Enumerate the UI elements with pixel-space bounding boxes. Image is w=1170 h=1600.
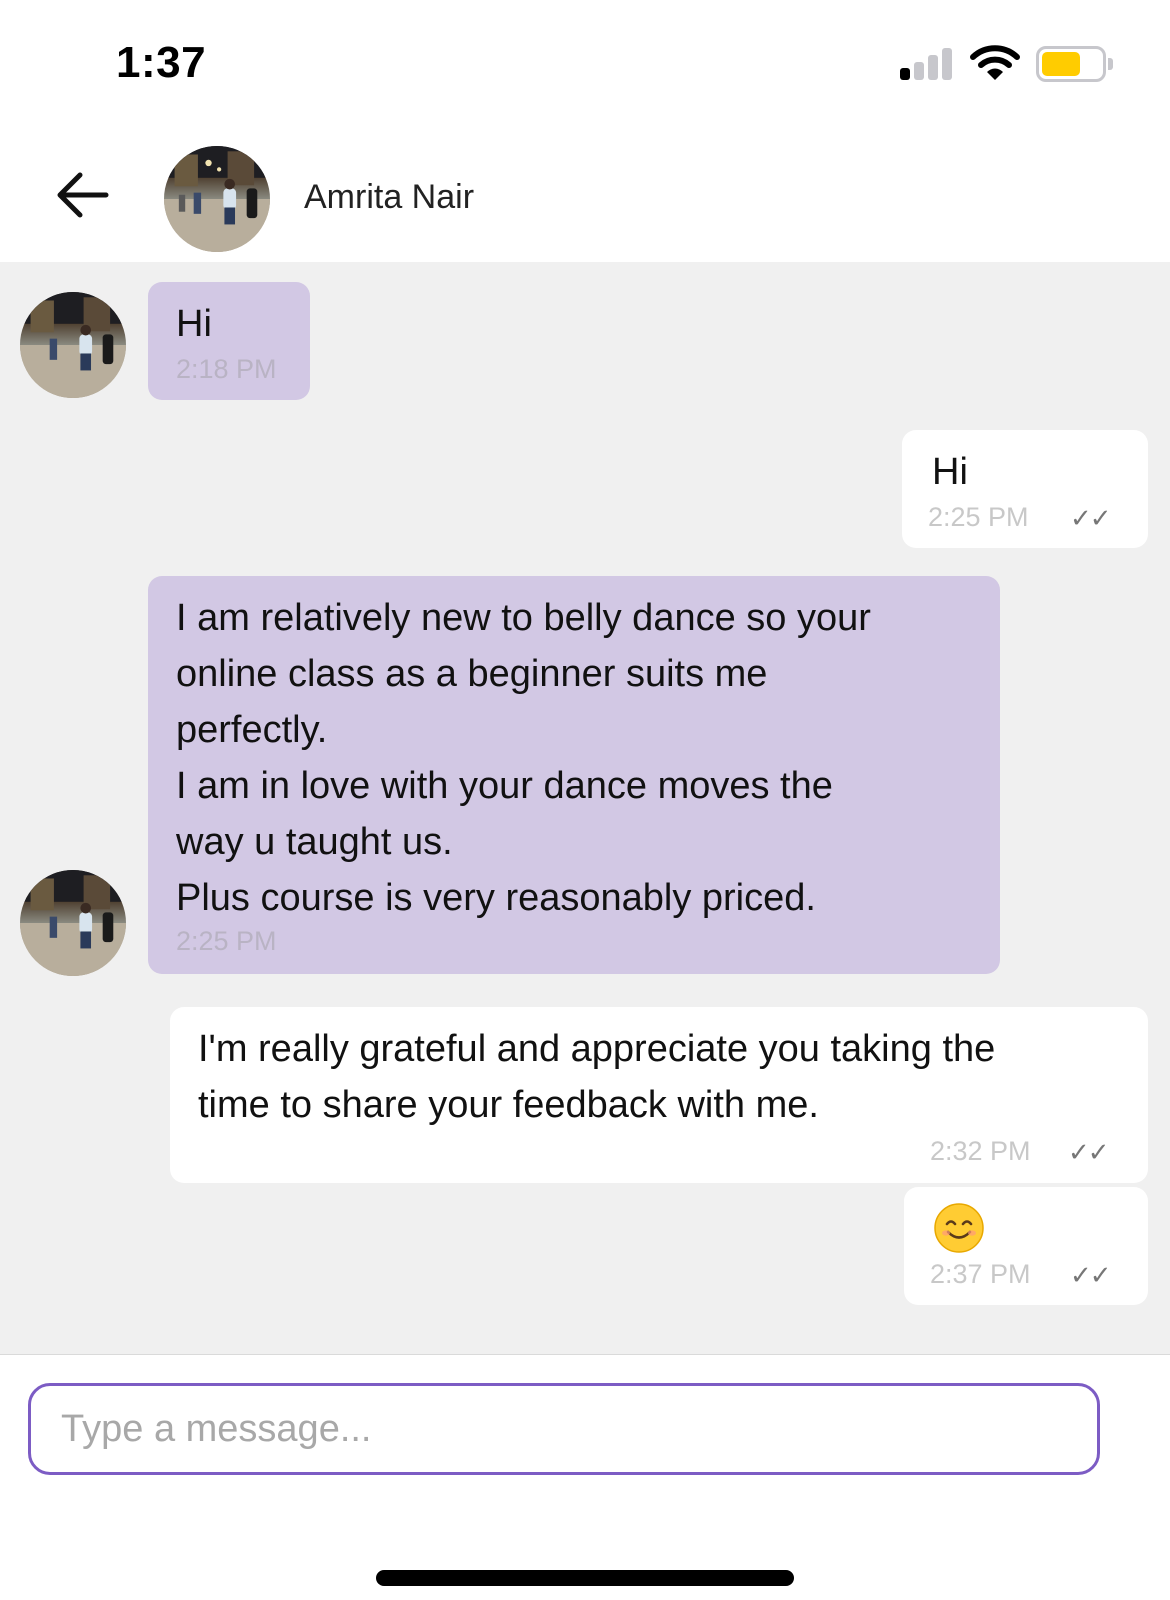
message-time: 2:25 PM: [176, 926, 277, 956]
battery-level-fill: [1042, 52, 1080, 76]
sender-avatar[interactable]: [20, 870, 126, 976]
message-time: 2:37 PM: [930, 1259, 1031, 1289]
message-bubble-outgoing[interactable]: 😊 2:37 PM ✓✓: [904, 1187, 1148, 1305]
message-time: 2:18 PM: [176, 354, 277, 384]
message-text: Hi: [176, 303, 212, 345]
chat-header: Amrita Nair: [0, 130, 1170, 262]
message-bubble-incoming[interactable]: Hi 2:18 PM: [148, 282, 310, 400]
read-receipt-icon: ✓✓: [1070, 503, 1112, 533]
status-time: 1:37: [116, 38, 207, 87]
battery-icon: [1036, 46, 1113, 82]
smiling-face-emoji-icon: [934, 1203, 984, 1253]
message-list[interactable]: Hi 2:18 PM Hi 2:25 PM ✓✓ I am relatively…: [0, 262, 1170, 1354]
wifi-icon: [970, 45, 1020, 80]
message-bubble-outgoing[interactable]: I'm really grateful and appreciate you t…: [170, 1007, 1148, 1183]
status-bar: 1:37: [0, 0, 1170, 130]
arrow-left-icon[interactable]: [52, 168, 112, 222]
message-time: 2:25 PM: [928, 502, 1029, 532]
sender-avatar[interactable]: [20, 292, 126, 398]
home-indicator[interactable]: [376, 1570, 794, 1586]
read-receipt-icon: ✓✓: [1070, 1260, 1112, 1290]
message-input[interactable]: [28, 1383, 1100, 1475]
message-text: I'm really grateful and appreciate you t…: [198, 1028, 996, 1126]
message-bubble-outgoing[interactable]: Hi 2:25 PM ✓✓: [902, 430, 1148, 548]
contact-avatar[interactable]: [164, 146, 270, 252]
message-text: Hi: [932, 451, 968, 493]
message-time: 2:32 PM: [930, 1136, 1031, 1166]
message-text: 😊: [904, 1187, 905, 1188]
cellular-signal-icon: [900, 46, 956, 80]
contact-name: Amrita Nair: [304, 178, 475, 216]
message-composer: [0, 1354, 1170, 1600]
read-receipt-icon: ✓✓: [1068, 1137, 1110, 1167]
message-bubble-incoming[interactable]: I am relatively new to belly dance so yo…: [148, 576, 1000, 974]
message-text: I am relatively new to belly dance so yo…: [176, 597, 871, 919]
